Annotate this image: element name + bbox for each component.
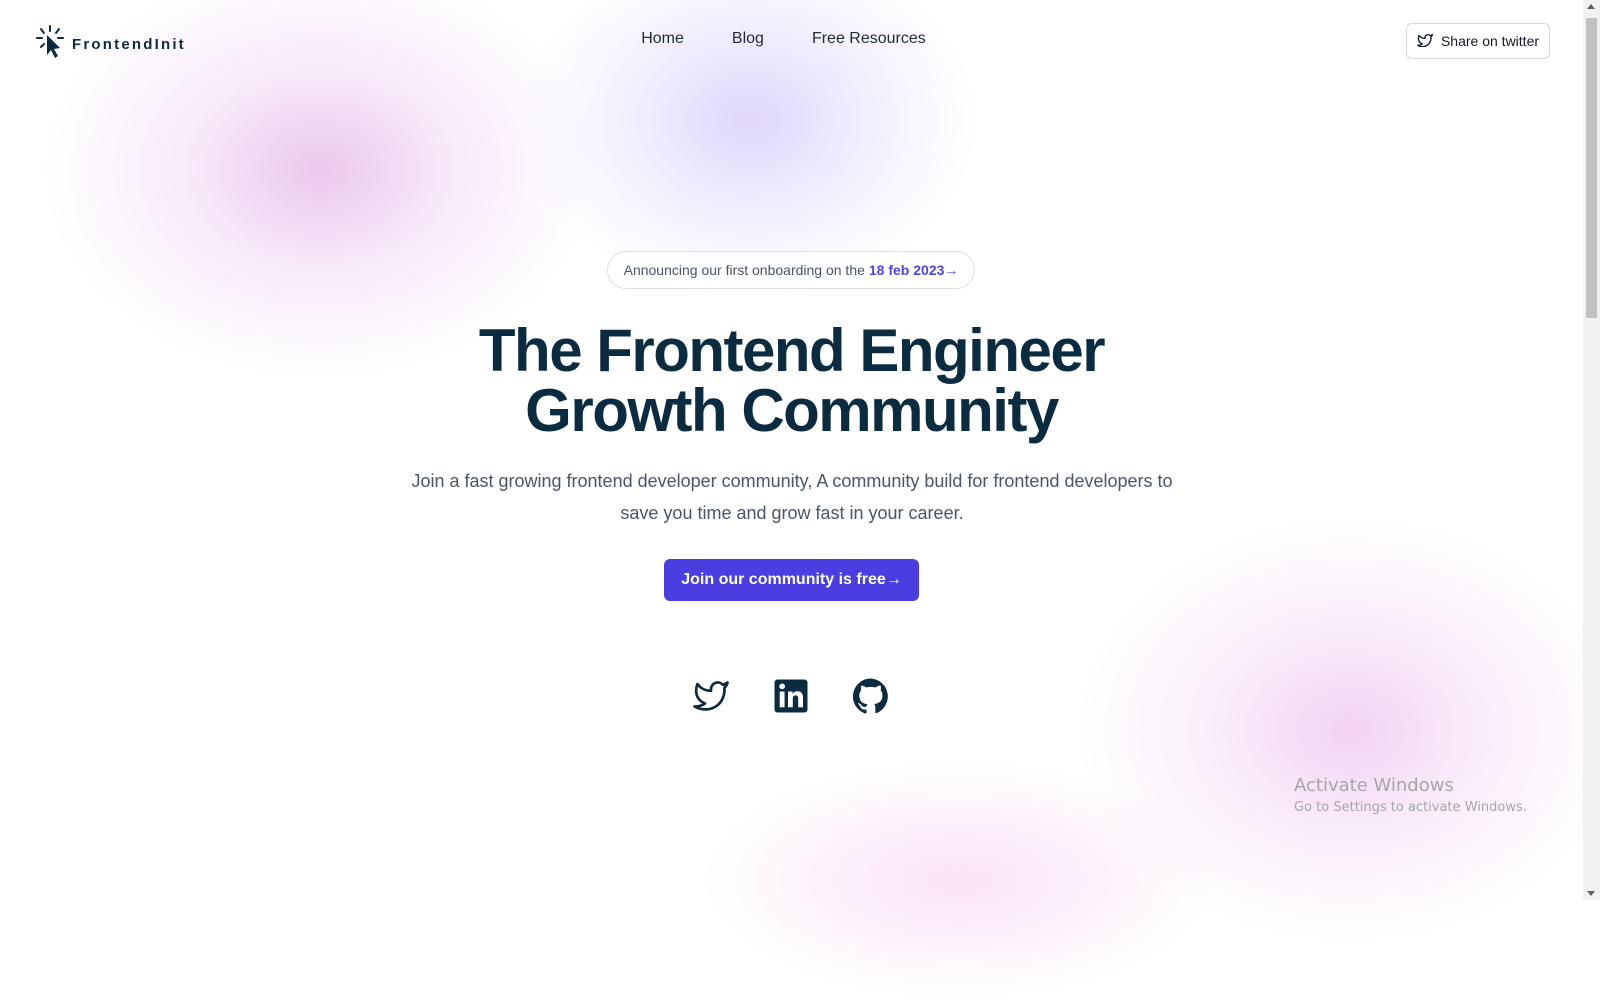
- share-button-label: Share on twitter: [1440, 33, 1540, 49]
- announcement-pill[interactable]: Announcing our first onboarding on the 1…: [607, 251, 975, 289]
- linkedin-icon[interactable]: [773, 678, 809, 714]
- twitter-icon[interactable]: [693, 678, 729, 714]
- scroll-down-arrow-icon[interactable]: [1587, 891, 1595, 896]
- background-gradient-blob: [700, 760, 1220, 1000]
- nav-item-home[interactable]: Home: [641, 30, 684, 48]
- hero-title-line-1: The Frontend Engineer: [478, 317, 1106, 384]
- nav-item-free-resources[interactable]: Free Resources: [812, 30, 926, 48]
- twitter-icon: [1416, 33, 1433, 50]
- windows-activation-watermark: Activate Windows Go to Settings to activ…: [1294, 775, 1527, 815]
- hero-subtitle: Join a fast growing frontend developer c…: [411, 471, 1173, 523]
- announcement-text: Announcing our first onboarding on the: [623, 262, 865, 278]
- background-gradient-blob: [1080, 520, 1600, 940]
- watermark-title: Activate Windows: [1294, 775, 1454, 796]
- join-community-button[interactable]: Join our community is free→: [664, 559, 919, 601]
- announcement-date: 18 feb 2023→: [868, 262, 959, 278]
- scrollbar-thumb[interactable]: [1586, 18, 1597, 318]
- top-nav: Home Blog Free Resources: [0, 30, 1575, 48]
- nav-item-blog[interactable]: Blog: [732, 30, 764, 48]
- share-on-twitter-button[interactable]: Share on twitter: [1406, 23, 1550, 59]
- vertical-scrollbar[interactable]: [1583, 0, 1600, 900]
- hero-title-line-2: Growth Community: [525, 377, 1059, 444]
- watermark-subtitle: Go to Settings to activate Windows.: [1294, 800, 1527, 815]
- github-icon[interactable]: [852, 678, 889, 714]
- scroll-up-arrow-icon[interactable]: [1587, 4, 1595, 9]
